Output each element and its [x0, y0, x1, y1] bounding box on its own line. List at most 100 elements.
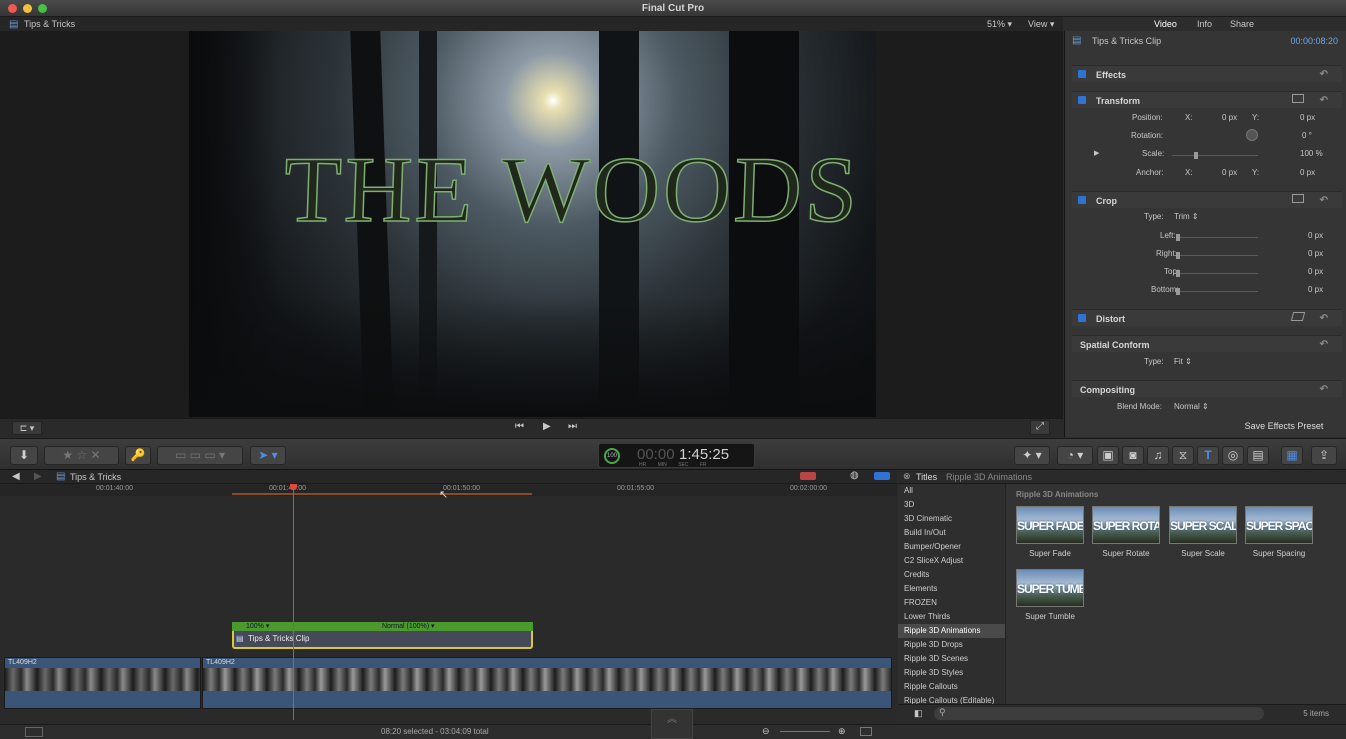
title-thumbnail[interactable]: SUPER FADE Super Fade: [1016, 506, 1084, 558]
effects-section[interactable]: Effects ↶: [1072, 65, 1342, 82]
category-item[interactable]: Ripple 3D Animations: [898, 624, 1005, 638]
transform-toggle[interactable]: [1078, 96, 1086, 104]
reset-icon[interactable]: ↶: [1320, 195, 1328, 206]
reset-icon[interactable]: ↶: [1320, 313, 1328, 324]
video-clip[interactable]: TL409H2: [202, 657, 892, 709]
search-input[interactable]: ⚲: [934, 707, 1264, 720]
distort-section[interactable]: Distort ↶: [1072, 309, 1342, 326]
snapping-icon[interactable]: ◍: [850, 470, 859, 481]
category-item[interactable]: Ripple 3D Scenes: [898, 652, 1005, 666]
title-thumbnail[interactable]: SUPER SPACING Super Spacing: [1245, 506, 1313, 558]
tab-info[interactable]: Info: [1197, 19, 1212, 29]
crop-left-knob[interactable]: [1176, 234, 1180, 241]
anchor-y-value[interactable]: 0 px: [1300, 168, 1315, 177]
retime-button[interactable]: ◔ ▾: [1057, 446, 1093, 465]
edit-buttons[interactable]: ▭ ▭ ▭ ▾: [157, 446, 243, 465]
crop-left-slider[interactable]: [1176, 237, 1258, 238]
crop-bottom-knob[interactable]: [1176, 288, 1180, 295]
disclosure-triangle-icon[interactable]: ▶: [1094, 149, 1099, 157]
crop-top-value[interactable]: 0 px: [1308, 267, 1323, 276]
effects-browser-button[interactable]: ▦: [1281, 446, 1303, 465]
category-item[interactable]: Ripple Callouts: [898, 680, 1005, 694]
themes-browser-button[interactable]: ▤: [1247, 446, 1269, 465]
distort-onscreen-icon[interactable]: [1290, 312, 1306, 321]
retime-bar[interactable]: 100% ▾ Normal (100%) ▾: [232, 622, 533, 631]
category-item[interactable]: Credits: [898, 568, 1005, 582]
reset-icon[interactable]: ↶: [1320, 69, 1328, 80]
scale-value[interactable]: 100 %: [1300, 149, 1323, 158]
category-item[interactable]: C2 SliceX Adjust: [898, 554, 1005, 568]
title-thumbnail[interactable]: SUPER SCALE Super Scale: [1169, 506, 1237, 558]
titles-browser-button[interactable]: T: [1197, 446, 1219, 465]
timeline-index-icon[interactable]: [25, 727, 43, 737]
crop-onscreen-icon[interactable]: [1292, 194, 1304, 203]
compositing-section[interactable]: Compositing ↶: [1072, 380, 1342, 397]
category-item[interactable]: Build In/Out: [898, 526, 1005, 540]
sidebar-toggle-icon[interactable]: ◧: [914, 708, 923, 719]
zoom-in-icon[interactable]: ⊕: [838, 726, 846, 737]
title-clip[interactable]: ▤ Tips & Tricks Clip: [232, 631, 533, 649]
enhancements-button[interactable]: ✦ ▾: [1014, 446, 1050, 465]
zoom-out-icon[interactable]: ⊖: [762, 726, 770, 737]
category-item[interactable]: Elements: [898, 582, 1005, 596]
rating-buttons[interactable]: ★ ☆ ✕: [44, 446, 119, 465]
close-browser-icon[interactable]: ⊗: [903, 471, 911, 482]
title-thumbnail[interactable]: SUPER ROTATE Super Rotate: [1092, 506, 1160, 558]
retime-speed-left[interactable]: 100% ▾: [246, 622, 269, 630]
crop-toggle[interactable]: [1078, 196, 1086, 204]
view-menu[interactable]: View ▾: [1028, 19, 1054, 30]
position-y-value[interactable]: 0 px: [1300, 113, 1315, 122]
forward-arrow-icon[interactable]: ▶: [34, 471, 42, 482]
transition-icon[interactable]: ⧖: [1172, 446, 1194, 465]
reset-icon[interactable]: ↶: [1320, 384, 1328, 395]
keyword-button[interactable]: 🔑: [125, 446, 151, 465]
skip-forward-button[interactable]: ⏭: [568, 421, 577, 432]
category-item[interactable]: 3D Cinematic: [898, 512, 1005, 526]
retime-speed-right[interactable]: Normal (100%) ▾: [382, 622, 435, 630]
transitions-browser-button[interactable]: ▣: [1097, 446, 1119, 465]
reset-icon[interactable]: ↶: [1320, 95, 1328, 106]
crop-type-popup[interactable]: Trim ⇕: [1174, 212, 1199, 221]
anchor-x-value[interactable]: 0 px: [1222, 168, 1237, 177]
title-thumbnail[interactable]: SUPER TUMBLE Super Tumble: [1016, 569, 1084, 621]
scale-slider[interactable]: [1172, 155, 1258, 156]
spatial-type-popup[interactable]: Fit ⇕: [1174, 357, 1192, 366]
tab-share[interactable]: Share: [1230, 19, 1254, 29]
share-button[interactable]: ⇪: [1311, 446, 1337, 465]
playhead-handle[interactable]: [290, 484, 297, 490]
collapse-handle[interactable]: ︽: [651, 709, 693, 739]
background-task-progress[interactable]: 100: [604, 448, 620, 464]
crop-bottom-slider[interactable]: [1176, 291, 1258, 292]
category-item[interactable]: All: [898, 484, 1005, 498]
category-item[interactable]: Lower Thirds: [898, 610, 1005, 624]
audio-skimming-icon[interactable]: [800, 472, 816, 480]
generators-browser-button[interactable]: ◎: [1222, 446, 1244, 465]
distort-toggle[interactable]: [1078, 314, 1086, 322]
crop-right-slider[interactable]: [1176, 255, 1258, 256]
category-item[interactable]: FROZEN: [898, 596, 1005, 610]
crop-top-slider[interactable]: [1176, 273, 1258, 274]
category-item[interactable]: Ripple 3D Drops: [898, 638, 1005, 652]
music-browser-button[interactable]: ♫: [1147, 446, 1169, 465]
timeline-zoom-slider[interactable]: [780, 731, 830, 732]
effects-toggle[interactable]: [1078, 70, 1086, 78]
crop-right-knob[interactable]: [1176, 252, 1180, 259]
transform-section[interactable]: Transform ↶: [1072, 91, 1342, 108]
blend-mode-popup[interactable]: Normal ⇕: [1174, 402, 1209, 411]
category-item[interactable]: Ripple Callouts (Editable): [898, 694, 1005, 704]
photo-browser-button[interactable]: ◙: [1122, 446, 1144, 465]
category-item[interactable]: Bumper/Opener: [898, 540, 1005, 554]
tab-video[interactable]: Video: [1154, 19, 1177, 29]
select-tool-button[interactable]: ➤ ▾: [250, 446, 286, 465]
position-x-value[interactable]: 0 px: [1222, 113, 1237, 122]
zoom-popup[interactable]: 51% ▾: [987, 19, 1012, 30]
scale-slider-knob[interactable]: [1194, 152, 1198, 159]
dashboard-timecode[interactable]: 100 00:00 1:45:25 HR MIN SEC FR: [598, 443, 755, 468]
crop-left-value[interactable]: 0 px: [1308, 231, 1323, 240]
rotation-value[interactable]: 0 °: [1302, 131, 1312, 140]
transform-onscreen-icon[interactable]: [1292, 94, 1304, 103]
back-arrow-icon[interactable]: ◀: [12, 471, 20, 482]
reset-icon[interactable]: ↶: [1320, 339, 1328, 350]
crop-right-value[interactable]: 0 px: [1308, 249, 1323, 258]
playhead[interactable]: [293, 484, 294, 720]
